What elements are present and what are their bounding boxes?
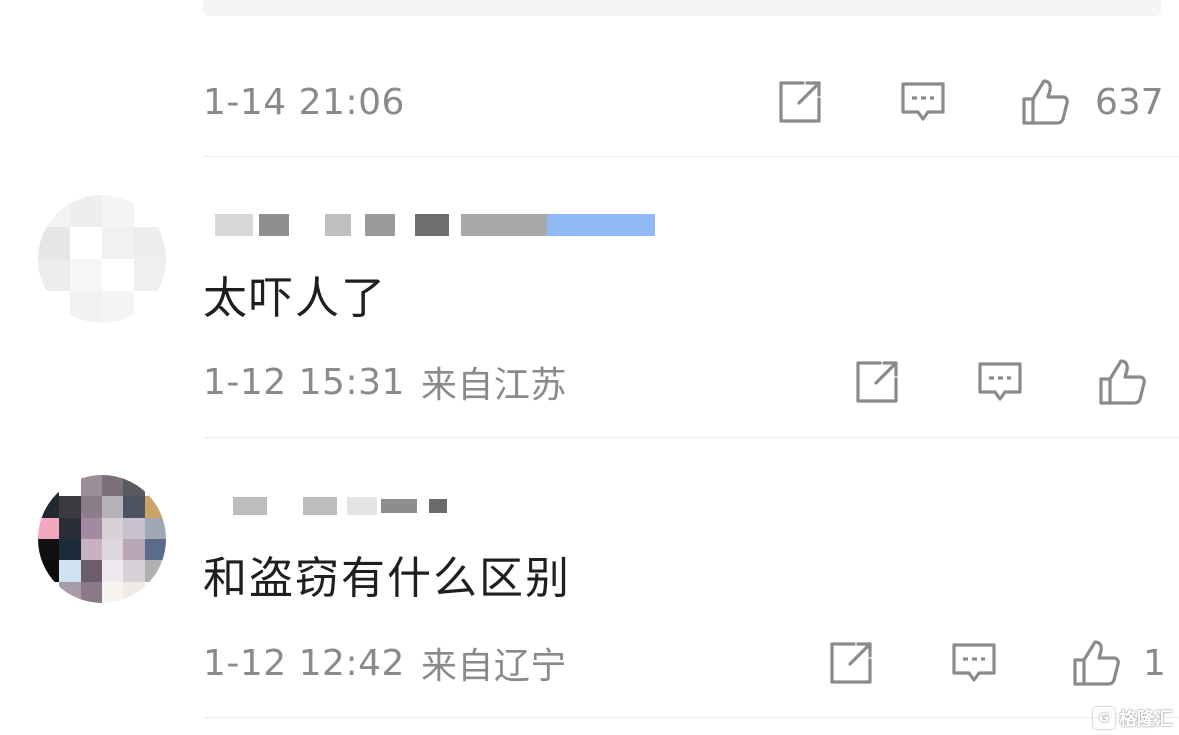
share-icon[interactable] [775, 77, 825, 127]
comment-timestamp: 1-14 21:06 [203, 81, 405, 123]
comment-meta: 1-14 21:06 [203, 72, 405, 132]
watermark: G 格隆汇 [1093, 705, 1173, 731]
username-redacted[interactable] [233, 486, 447, 526]
comment-meta: 1-12 12:42 来自辽宁 [203, 633, 567, 693]
username-redacted[interactable] [215, 205, 655, 245]
like-count: 637 [1095, 81, 1164, 123]
comment-icon[interactable] [975, 357, 1025, 407]
like-count: 1 [1143, 642, 1166, 684]
redacted-block [365, 214, 395, 236]
comment-icon[interactable] [898, 77, 948, 127]
redacted-block [325, 214, 351, 236]
watermark-logo-icon: G [1093, 707, 1115, 729]
comment-meta: 1-12 15:31 来自江苏 [203, 352, 567, 412]
divider [203, 156, 1179, 157]
redacted-block [233, 497, 267, 515]
redacted-block [347, 497, 377, 515]
redacted-block [303, 497, 337, 515]
comment-timestamp: 1-12 15:31 [203, 361, 405, 403]
share-icon[interactable] [852, 357, 902, 407]
comment-text: 太吓人了 [203, 273, 387, 324]
comment-location: 来自辽宁 [420, 646, 567, 687]
share-icon[interactable] [826, 638, 876, 688]
thumbs-up-icon[interactable] [1020, 77, 1070, 127]
comment-text: 和盗窃有什么区别 [203, 553, 571, 604]
redacted-block [429, 499, 447, 513]
comment-location: 来自江苏 [420, 365, 567, 406]
comment-icon[interactable] [949, 638, 999, 688]
redacted-block [215, 214, 253, 236]
thumbs-up-icon[interactable] [1071, 638, 1121, 688]
quoted-content-box[interactable] [203, 0, 1161, 16]
redacted-block [461, 214, 547, 236]
redacted-block [259, 214, 289, 236]
redacted-block [547, 214, 655, 236]
comment-timestamp: 1-12 12:42 [203, 642, 405, 684]
redacted-block [381, 499, 417, 513]
avatar[interactable] [38, 195, 166, 323]
avatar[interactable] [38, 475, 166, 603]
watermark-text: 格隆汇 [1119, 709, 1173, 730]
thumbs-up-icon[interactable] [1097, 357, 1147, 407]
redacted-block [415, 214, 449, 236]
divider [203, 717, 1179, 718]
divider [203, 437, 1179, 438]
